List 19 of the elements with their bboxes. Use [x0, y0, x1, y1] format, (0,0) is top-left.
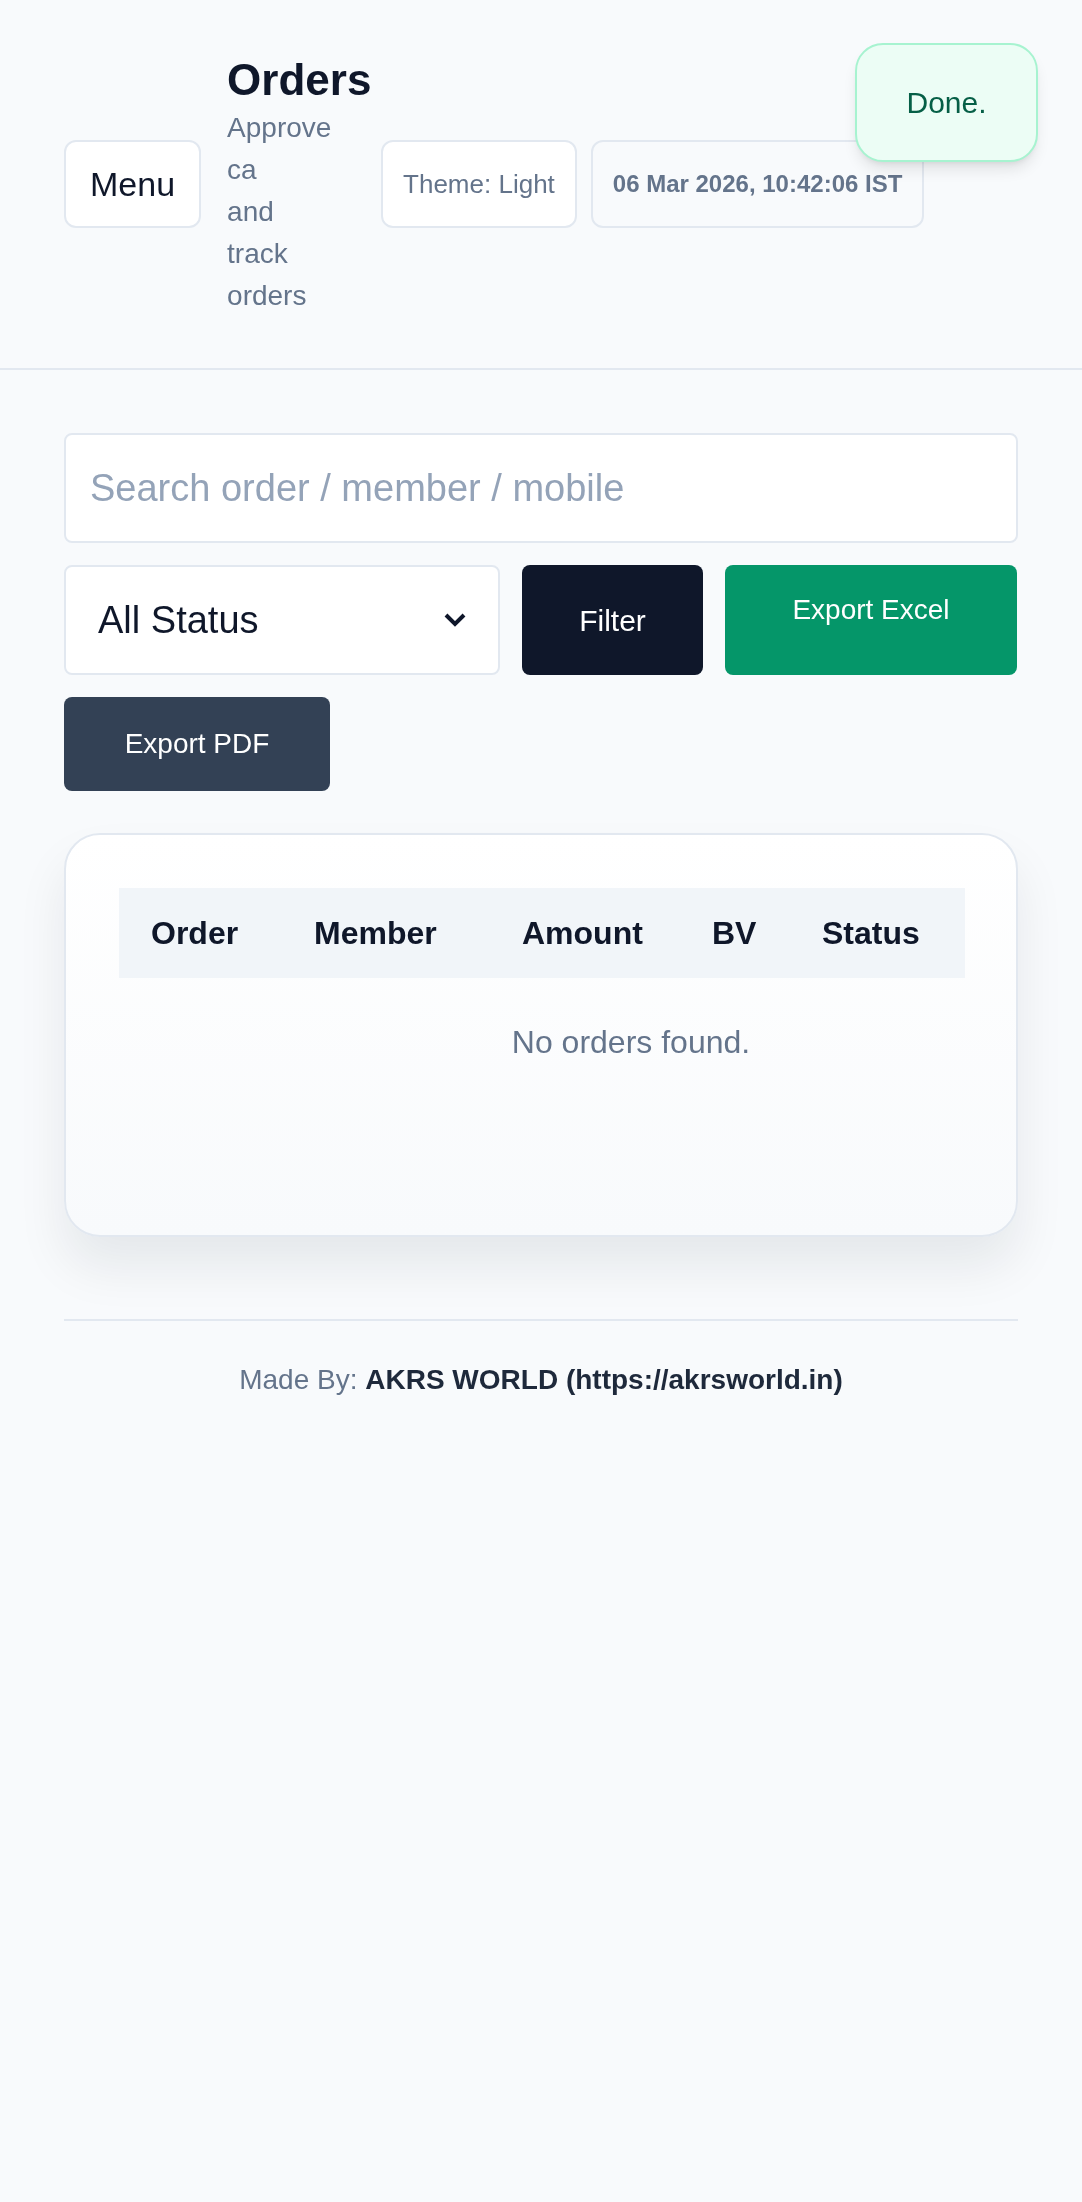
page-subtitle: Approve ca and track orders — [227, 110, 333, 313]
chevron-down-icon — [444, 613, 466, 627]
theme-button[interactable]: Theme: Light — [381, 140, 577, 228]
menu-button[interactable]: Menu — [64, 140, 202, 228]
page-title: Orders — [227, 53, 368, 106]
column-header: BV — [711, 914, 758, 953]
datetime-badge: 06 Mar 2026, 10:42:06 IST — [590, 140, 925, 228]
action-button[interactable]: Filter — [522, 565, 703, 675]
action-button[interactable]: Export Excel — [725, 565, 1017, 675]
search-field[interactable]: Search order / member / mobile — [64, 433, 1018, 543]
status-select[interactable]: All Status — [64, 565, 500, 675]
action-button[interactable]: Export PDF — [64, 697, 330, 791]
toast: Done. — [855, 43, 1038, 162]
column-header: Status — [821, 914, 920, 953]
column-header: Order — [150, 914, 240, 953]
empty-message: No orders found. — [511, 1023, 751, 1062]
footer-credit: Made By: AKRS WORLD (https://akrsworld.in) — [239, 1363, 843, 1397]
column-header: Amount — [521, 914, 644, 953]
column-header: Member — [313, 914, 438, 953]
